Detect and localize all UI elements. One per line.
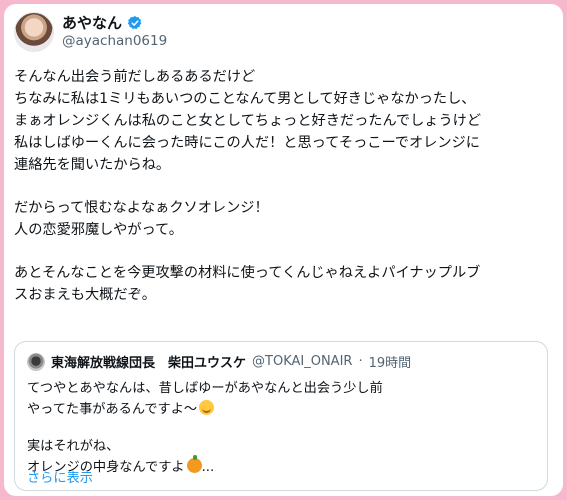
author-name-row: あやなん — [62, 12, 143, 33]
tweet-line: そんなん出会う前だしあるあるだけど — [14, 69, 256, 85]
quoted-line: てつやとあやなんは、昔しばゆーがあやなんと出会う少し前 — [27, 381, 383, 396]
tweet-body: そんなん出会う前だしあるあるだけど ちなみに私は1ミリもあいつのことなんて男とし… — [14, 66, 554, 306]
tweet-header: あやなん @ayachan0619 — [14, 10, 544, 54]
quoted-line: 実はそれがね、 — [27, 439, 120, 454]
author-avatar[interactable] — [14, 12, 54, 52]
tweet-line: だからって恨むなよなぁクソオレンジ！ — [14, 200, 269, 216]
author-display-name[interactable]: あやなん — [62, 12, 122, 33]
tweet-line: 人の恋愛邪魔しやがって。 — [14, 222, 183, 238]
quoted-author-name[interactable]: 東海解放戦線団長 柴田ユウスケ — [51, 352, 246, 371]
tweet-line: ちなみに私は1ミリもあいつのことなんて男として好きじゃなかったし、 — [14, 91, 476, 107]
tweet-card: あやなん @ayachan0619 そんなん出会う前だしあるあるだけど ちなみに… — [4, 4, 563, 496]
smiling-face-emoji-icon — [199, 400, 215, 415]
tweet-line: スおまえも大概だぞ。 — [14, 287, 156, 303]
show-more-link[interactable]: さらに表示 — [27, 467, 93, 486]
quoted-line: やってた事があるんですよ〜 — [27, 402, 198, 417]
verified-badge-icon — [127, 15, 142, 29]
tweet-line: 連絡先を聞いたからね。 — [14, 157, 171, 173]
quoted-tweet[interactable]: 東海解放戦線団長 柴田ユウスケ @TOKAI_ONAIR · 19時間 てつやと… — [14, 341, 548, 491]
quoted-tweet-body: てつやとあやなんは、昔しばゆーがあやなんと出会う少し前 やってた事があるんですよ… — [27, 378, 383, 478]
ellipsis: ... — [201, 460, 215, 475]
tweet-line: 私はしばゆーくんに会った時にこの人だ！と思ってそっこーでオレンジに — [14, 135, 480, 151]
quoted-author-avatar[interactable] — [27, 352, 45, 371]
tweet-line: まぁオレンジくんは私のこと女としてちょっと好きだったんでしょうけど — [14, 113, 482, 129]
separator-dot: · — [358, 354, 363, 369]
quoted-author-handle[interactable]: @TOKAI_ONAIR — [252, 354, 352, 369]
tweet-line: あとそんなことを今更攻撃の材料に使ってくんじゃねえよパイナップルブ — [14, 265, 481, 281]
quoted-tweet-time[interactable]: 19時間 — [369, 352, 412, 371]
orange-emoji-icon — [186, 455, 202, 473]
quoted-tweet-header: 東海解放戦線団長 柴田ユウスケ @TOKAI_ONAIR · 19時間 — [27, 352, 411, 371]
quoted-line-with-emoji: やってた事があるんですよ〜 — [27, 399, 383, 420]
author-handle[interactable]: @ayachan0619 — [62, 33, 167, 49]
